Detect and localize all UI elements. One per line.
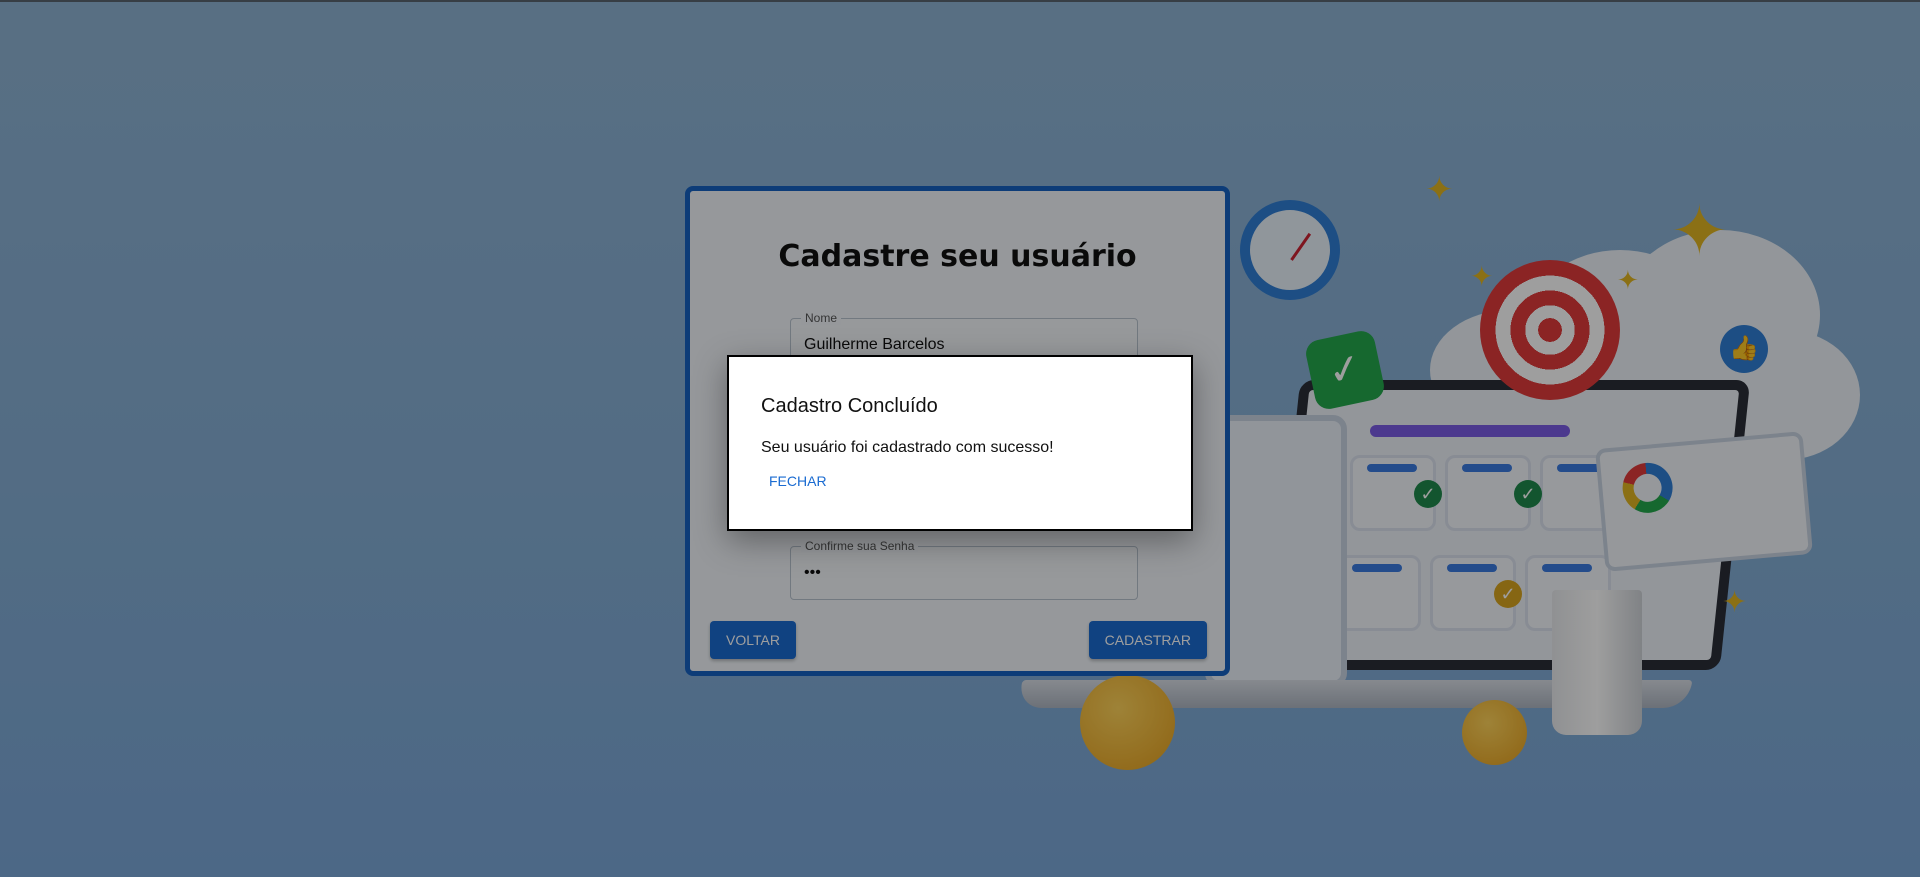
dialog-message: Seu usuário foi cadastrado com sucesso! <box>761 439 1054 456</box>
dialog-title: Cadastro Concluído <box>761 395 938 417</box>
success-dialog: Cadastro Concluído Seu usuário foi cadas… <box>727 355 1193 531</box>
close-button[interactable]: FECHAR <box>761 467 835 495</box>
